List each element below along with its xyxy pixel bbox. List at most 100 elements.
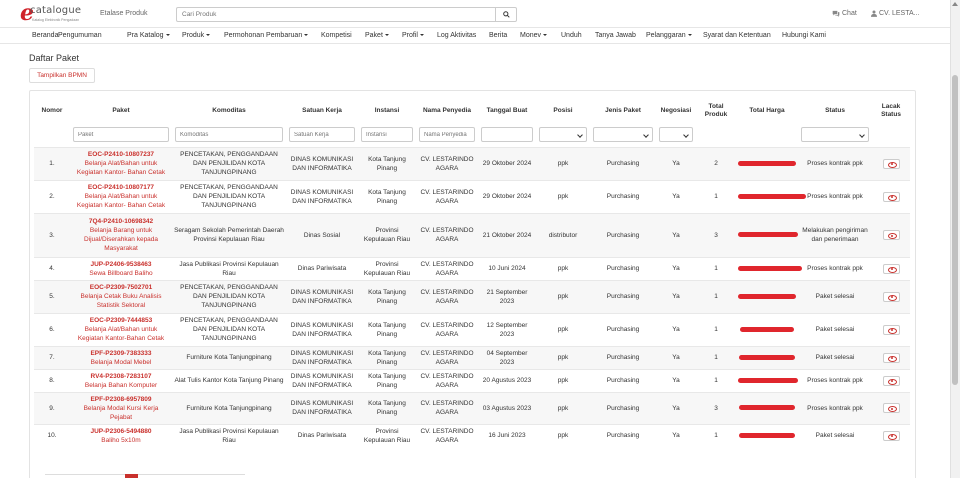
- nav-item-pengumuman[interactable]: Pengumuman: [58, 32, 102, 39]
- paket-name[interactable]: Belanja Barang untuk Dijual/Diserahkan k…: [84, 227, 158, 252]
- etalase-produk-link[interactable]: Etalase Produk: [100, 10, 147, 17]
- paket-name[interactable]: Belanja Modal Mebel: [91, 359, 152, 366]
- paket-name[interactable]: Belanja Bahan Komputer: [85, 382, 157, 389]
- col-instansi: Kota Tanjung Pinang: [358, 368, 416, 392]
- th-tanggal-buat[interactable]: Tanggal Buat: [478, 98, 536, 123]
- nav-item-pelanggaran[interactable]: Pelanggaran: [646, 32, 692, 39]
- nav-item-hubungi-kami[interactable]: Hubungi Kami: [782, 32, 826, 39]
- col-paket[interactable]: JUP-P2406-9538463 Sewa Billboard Baliho: [70, 256, 172, 280]
- nav-item-log-aktivitas[interactable]: Log Aktivitas: [437, 32, 476, 39]
- filter-posisi-select[interactable]: [539, 127, 587, 143]
- nav-item-profil[interactable]: Profil: [402, 32, 424, 39]
- col-paket[interactable]: JUP-P2306-5494880 Baliho 5x10m: [70, 423, 172, 447]
- th-satuan-kerja[interactable]: Satuan Kerja: [286, 98, 358, 123]
- chat-link[interactable]: Chat: [832, 10, 857, 17]
- eye-icon[interactable]: [882, 375, 900, 386]
- paket-code-link[interactable]: 7Q4-P2410-10698342: [72, 217, 170, 226]
- col-lacak-status: [872, 212, 910, 257]
- th-nama-penyedia[interactable]: Nama Penyedia: [416, 98, 478, 123]
- paket-code-link[interactable]: RV4-P2308-7283107: [72, 372, 170, 381]
- search-button[interactable]: [495, 8, 516, 21]
- scrollbar-thumb[interactable]: [952, 75, 958, 385]
- pagination-active-page[interactable]: [125, 474, 138, 478]
- paket-name[interactable]: Belanja Alat/Bahan untuk Kegiatan Kantor…: [77, 193, 165, 209]
- nav-item-syarat-dan-ketentuan[interactable]: Syarat dan Ketentuan: [703, 32, 771, 39]
- col-paket[interactable]: EPF-P2308-6957809 Belanja Modal Kursi Ker…: [70, 391, 172, 424]
- filter-satuan-kerja-input[interactable]: [289, 127, 355, 143]
- paket-code-link[interactable]: JUP-P2306-5494880: [72, 427, 170, 436]
- col-posisi: ppk: [536, 179, 590, 213]
- filter-nama-penyedia-input[interactable]: [419, 127, 475, 143]
- paket-name[interactable]: Belanja Alat/Bahan untuk Kegiatan Kantor…: [77, 160, 165, 176]
- col-paket[interactable]: RV4-P2308-7283107 Belanja Bahan Komputer: [70, 368, 172, 392]
- col-total-produk: 1: [696, 279, 736, 313]
- eye-icon[interactable]: [882, 291, 900, 302]
- filter-harga-empty: [736, 123, 798, 147]
- th-paket[interactable]: Paket: [70, 98, 172, 123]
- col-tanggal-buat: 16 Juni 2023: [478, 423, 536, 447]
- nav-item-kompetisi[interactable]: Kompetisi: [321, 32, 352, 39]
- eye-icon[interactable]: [882, 430, 900, 441]
- paket-code-link[interactable]: EPF-P2308-6957809: [72, 395, 170, 404]
- nav-item-monev[interactable]: Monev: [520, 32, 548, 39]
- filter-paket-input[interactable]: [73, 127, 169, 143]
- nav-item-permohonan-pembaruan[interactable]: Permohonan Pembaruan: [224, 32, 309, 39]
- eye-icon[interactable]: [882, 324, 900, 335]
- th-status[interactable]: Status: [798, 98, 872, 123]
- col-instansi: Provinsi Kepulauan Riau: [358, 256, 416, 280]
- paket-name[interactable]: Belanja Alat/Bahan untuk Kegiatan Kantor…: [78, 326, 164, 342]
- paket-name[interactable]: Belanja Modal Kursi Kerja Pejabat: [84, 405, 159, 421]
- scroll-up-arrow[interactable]: [952, 2, 958, 6]
- col-paket[interactable]: EOC-P2410-10807237 Belanja Alat/Bahan unt…: [70, 146, 172, 180]
- col-paket[interactable]: 7Q4-P2410-10698342 Belanja Barang untuk D…: [70, 212, 172, 257]
- col-status: Proses kontrak ppk: [798, 146, 872, 180]
- filter-tanggal-input[interactable]: [481, 127, 533, 143]
- nav-item-unduh[interactable]: Unduh: [561, 32, 582, 39]
- nav-item-beranda[interactable]: Beranda: [32, 32, 58, 39]
- search-input[interactable]: [177, 8, 495, 21]
- th-instansi[interactable]: Instansi: [358, 98, 416, 123]
- col-paket[interactable]: EPF-P2309-7383333 Belanja Modal Mebel: [70, 345, 172, 369]
- filter-status-select[interactable]: [801, 127, 869, 143]
- chevron-down-icon: [643, 132, 649, 139]
- th-negosiasi[interactable]: Negosiasi: [656, 98, 696, 123]
- paket-code-link[interactable]: EOC-P2309-7444853: [72, 316, 170, 325]
- filter-negosiasi-select[interactable]: [659, 127, 693, 143]
- th-komoditas[interactable]: Komoditas: [172, 98, 286, 123]
- paket-name[interactable]: Baliho 5x10m: [101, 437, 140, 444]
- filter-instansi-input[interactable]: [361, 127, 413, 143]
- col-total-harga: [736, 345, 798, 369]
- ecatalogue-logo[interactable]: e catalogue Katalog Elektronik Pengadaan: [20, 0, 90, 26]
- eye-icon[interactable]: [882, 158, 900, 169]
- eye-icon[interactable]: [882, 263, 900, 274]
- filter-komoditas-input[interactable]: [175, 127, 283, 143]
- th-nomor[interactable]: Nomor: [34, 98, 70, 123]
- paket-code-link[interactable]: EOC-P2410-10807177: [72, 183, 170, 192]
- tampilkan-bpmn-button[interactable]: Tampilkan BPMN: [29, 68, 95, 83]
- paket-code-link[interactable]: EOC-P2410-10807237: [72, 150, 170, 159]
- paket-code-link[interactable]: EOC-P2309-7502701: [72, 283, 170, 292]
- eye-icon[interactable]: [882, 352, 900, 363]
- nav-item-tanya-jawab[interactable]: Tanya Jawab: [595, 32, 636, 39]
- col-paket[interactable]: EOC-P2309-7502701 Belanja Cetak Buku Anal…: [70, 279, 172, 313]
- th-jenis-paket[interactable]: Jenis Paket: [590, 98, 656, 123]
- nav-item-pra-katalog[interactable]: Pra Katalog: [127, 32, 170, 39]
- nav-item-berita[interactable]: Berita: [489, 32, 507, 39]
- paket-name[interactable]: Sewa Billboard Baliho: [89, 270, 152, 277]
- th-total-produk[interactable]: Total Produk: [696, 98, 736, 123]
- paket-code-link[interactable]: JUP-P2406-9538463: [72, 260, 170, 269]
- user-menu[interactable]: CV. LESTA...: [871, 10, 919, 17]
- paket-code-link[interactable]: EPF-P2309-7383333: [72, 349, 170, 358]
- eye-icon[interactable]: [882, 230, 900, 240]
- paket-name[interactable]: Belanja Cetak Buku Analisis Statistik Se…: [81, 293, 162, 309]
- filter-jenis-paket-select[interactable]: [593, 127, 653, 143]
- eye-icon[interactable]: [882, 191, 900, 202]
- nav-item-produk[interactable]: Produk: [182, 32, 211, 39]
- eye-icon[interactable]: [882, 403, 900, 413]
- th-total-harga[interactable]: Total Harga: [736, 98, 798, 123]
- th-posisi[interactable]: Posisi: [536, 98, 590, 123]
- col-paket[interactable]: EOC-P2410-10807177 Belanja Alat/Bahan unt…: [70, 179, 172, 213]
- th-lacak-status[interactable]: Lacak Status: [872, 98, 910, 123]
- nav-item-paket[interactable]: Paket: [365, 32, 389, 39]
- col-paket[interactable]: EOC-P2309-7444853 Belanja Alat/Bahan untu…: [70, 312, 172, 346]
